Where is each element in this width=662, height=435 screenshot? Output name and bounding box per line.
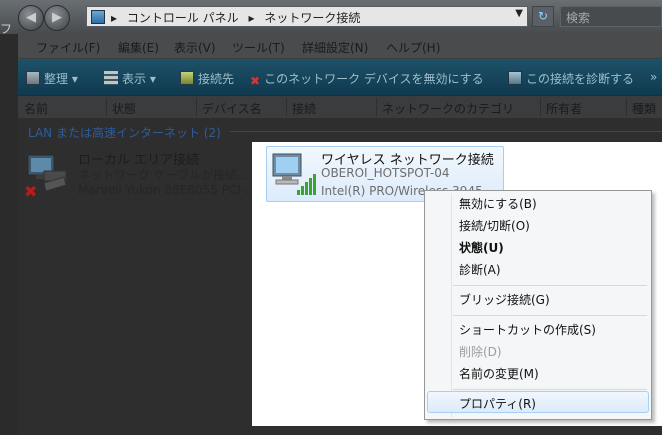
menu-separator [453, 315, 647, 316]
context-menu-gutter [451, 193, 452, 417]
control-panel-icon [91, 10, 105, 24]
forward-button[interactable]: ▶ [44, 5, 70, 31]
column-header-bar: 名前 状態 デバイス名 接続 ネットワークのカテゴリ 所有者 種類 [18, 96, 662, 119]
connect-label: 接続先 [198, 72, 235, 86]
refresh-button[interactable]: ↻ [532, 6, 554, 27]
column-divider [286, 98, 287, 116]
view-icon [104, 71, 118, 85]
menu-item-status[interactable]: 状態(U) [459, 239, 504, 256]
column-type[interactable]: 種類 [632, 100, 656, 117]
refresh-icon: ↻ [537, 9, 549, 23]
breadcrumb-network-connections[interactable]: ネットワーク接続 [264, 11, 360, 25]
organize-label: 整理 [44, 72, 69, 86]
column-connection[interactable]: 接続 [292, 100, 316, 117]
menu-item-create-shortcut[interactable]: ショートカットの作成(S) [459, 321, 596, 338]
menu-separator [453, 389, 647, 390]
window-edge-fragment: フ [0, 22, 13, 36]
wireless-connection-ssid: OBEROI_HOTSPOT-04 [321, 166, 450, 180]
column-divider [196, 98, 197, 116]
menu-item-delete: 削除(D) [459, 345, 502, 359]
lan-connection-status: ネットワーク ケーブルが接続... [78, 168, 249, 182]
view-button[interactable]: 表示 ▾ [104, 70, 156, 87]
disable-label: このネットワーク デバイスを無効にする [264, 72, 484, 86]
column-network-category[interactable]: ネットワークのカテゴリ [382, 100, 514, 117]
back-arrow-icon: ◀ [26, 10, 36, 25]
menu-bar: ファイル(F) 編集(E) 表示(V) ツール(T) 詳細設定(N) ヘルプ(H… [18, 34, 662, 59]
back-button[interactable]: ◀ [18, 5, 44, 31]
breadcrumb-separator-icon: ▸ [111, 11, 118, 25]
group-header[interactable]: LAN または高速インターネット (2) [28, 124, 221, 141]
breadcrumb: ▸ コントロール パネル ▸ ネットワーク接続 [111, 9, 366, 26]
address-dropdown-icon[interactable]: ▼ [515, 8, 523, 19]
more-commands-button[interactable]: » [650, 70, 657, 84]
column-divider [626, 98, 627, 116]
menu-item-disable[interactable]: 無効にする(B) [459, 195, 537, 212]
column-name[interactable]: 名前 [24, 100, 48, 117]
diagnose-button[interactable]: この接続を診断する [508, 70, 634, 87]
menu-item-properties[interactable]: プロパティ(R) [459, 395, 536, 412]
disable-device-button[interactable]: ✖ このネットワーク デバイスを無効にする [250, 70, 484, 88]
group-divider [230, 131, 662, 132]
menu-item-rename[interactable]: 名前の変更(M) [459, 365, 539, 382]
forward-arrow-icon: ▶ [52, 10, 62, 25]
diagnose-label: この接続を診断する [526, 72, 635, 86]
menu-advanced[interactable]: 詳細設定(N) [302, 39, 368, 56]
menu-item-connect-disconnect[interactable]: 接続/切断(O) [459, 217, 530, 234]
wireless-connection-icon [272, 153, 316, 195]
organize-button[interactable]: 整理 ▾ [26, 70, 78, 87]
disable-x-icon: ✖ [250, 74, 261, 88]
column-device-name[interactable]: デバイス名 [202, 100, 262, 117]
menu-view[interactable]: 表示(V) [174, 39, 216, 56]
lan-connection-icon[interactable]: ✖ [22, 151, 72, 199]
connect-to-button[interactable]: 接続先 [180, 70, 234, 87]
view-label: 表示 [122, 72, 147, 86]
breadcrumb-separator-icon: ▸ [248, 11, 255, 25]
menu-separator [453, 285, 647, 286]
menu-item-bridge[interactable]: ブリッジ接続(G) [459, 291, 550, 308]
column-owner[interactable]: 所有者 [546, 100, 582, 117]
diagnose-icon [508, 71, 522, 85]
lan-connection-device: Marvell Yukon 88E8055 PCI-... [78, 183, 257, 197]
context-menu: 無効にする(B) 接続/切断(O) 状態(U) 診断(A) ブリッジ接続(G) … [424, 190, 652, 420]
command-bar: 整理 ▾ 表示 ▾ 接続先 ✖ このネットワーク デバイスを無効にする この接続を… [18, 59, 662, 95]
column-divider [106, 98, 107, 116]
menu-file[interactable]: ファイル(F) [36, 39, 100, 56]
svg-text:✖: ✖ [24, 182, 37, 199]
menu-edit[interactable]: 編集(E) [118, 39, 159, 56]
address-bar[interactable]: ▸ コントロール パネル ▸ ネットワーク接続 ▼ [86, 6, 528, 27]
column-divider [540, 98, 541, 116]
breadcrumb-control-panel[interactable]: コントロール パネル [127, 11, 239, 25]
menu-tools[interactable]: ツール(T) [232, 39, 285, 56]
organize-icon [26, 71, 40, 85]
column-status[interactable]: 状態 [112, 100, 136, 117]
column-divider [376, 98, 377, 116]
search-input[interactable]: 検索 [560, 6, 662, 27]
menu-help[interactable]: ヘルプ(H) [386, 39, 440, 56]
menu-item-diagnose[interactable]: 診断(A) [459, 261, 501, 278]
connect-icon [180, 71, 194, 85]
